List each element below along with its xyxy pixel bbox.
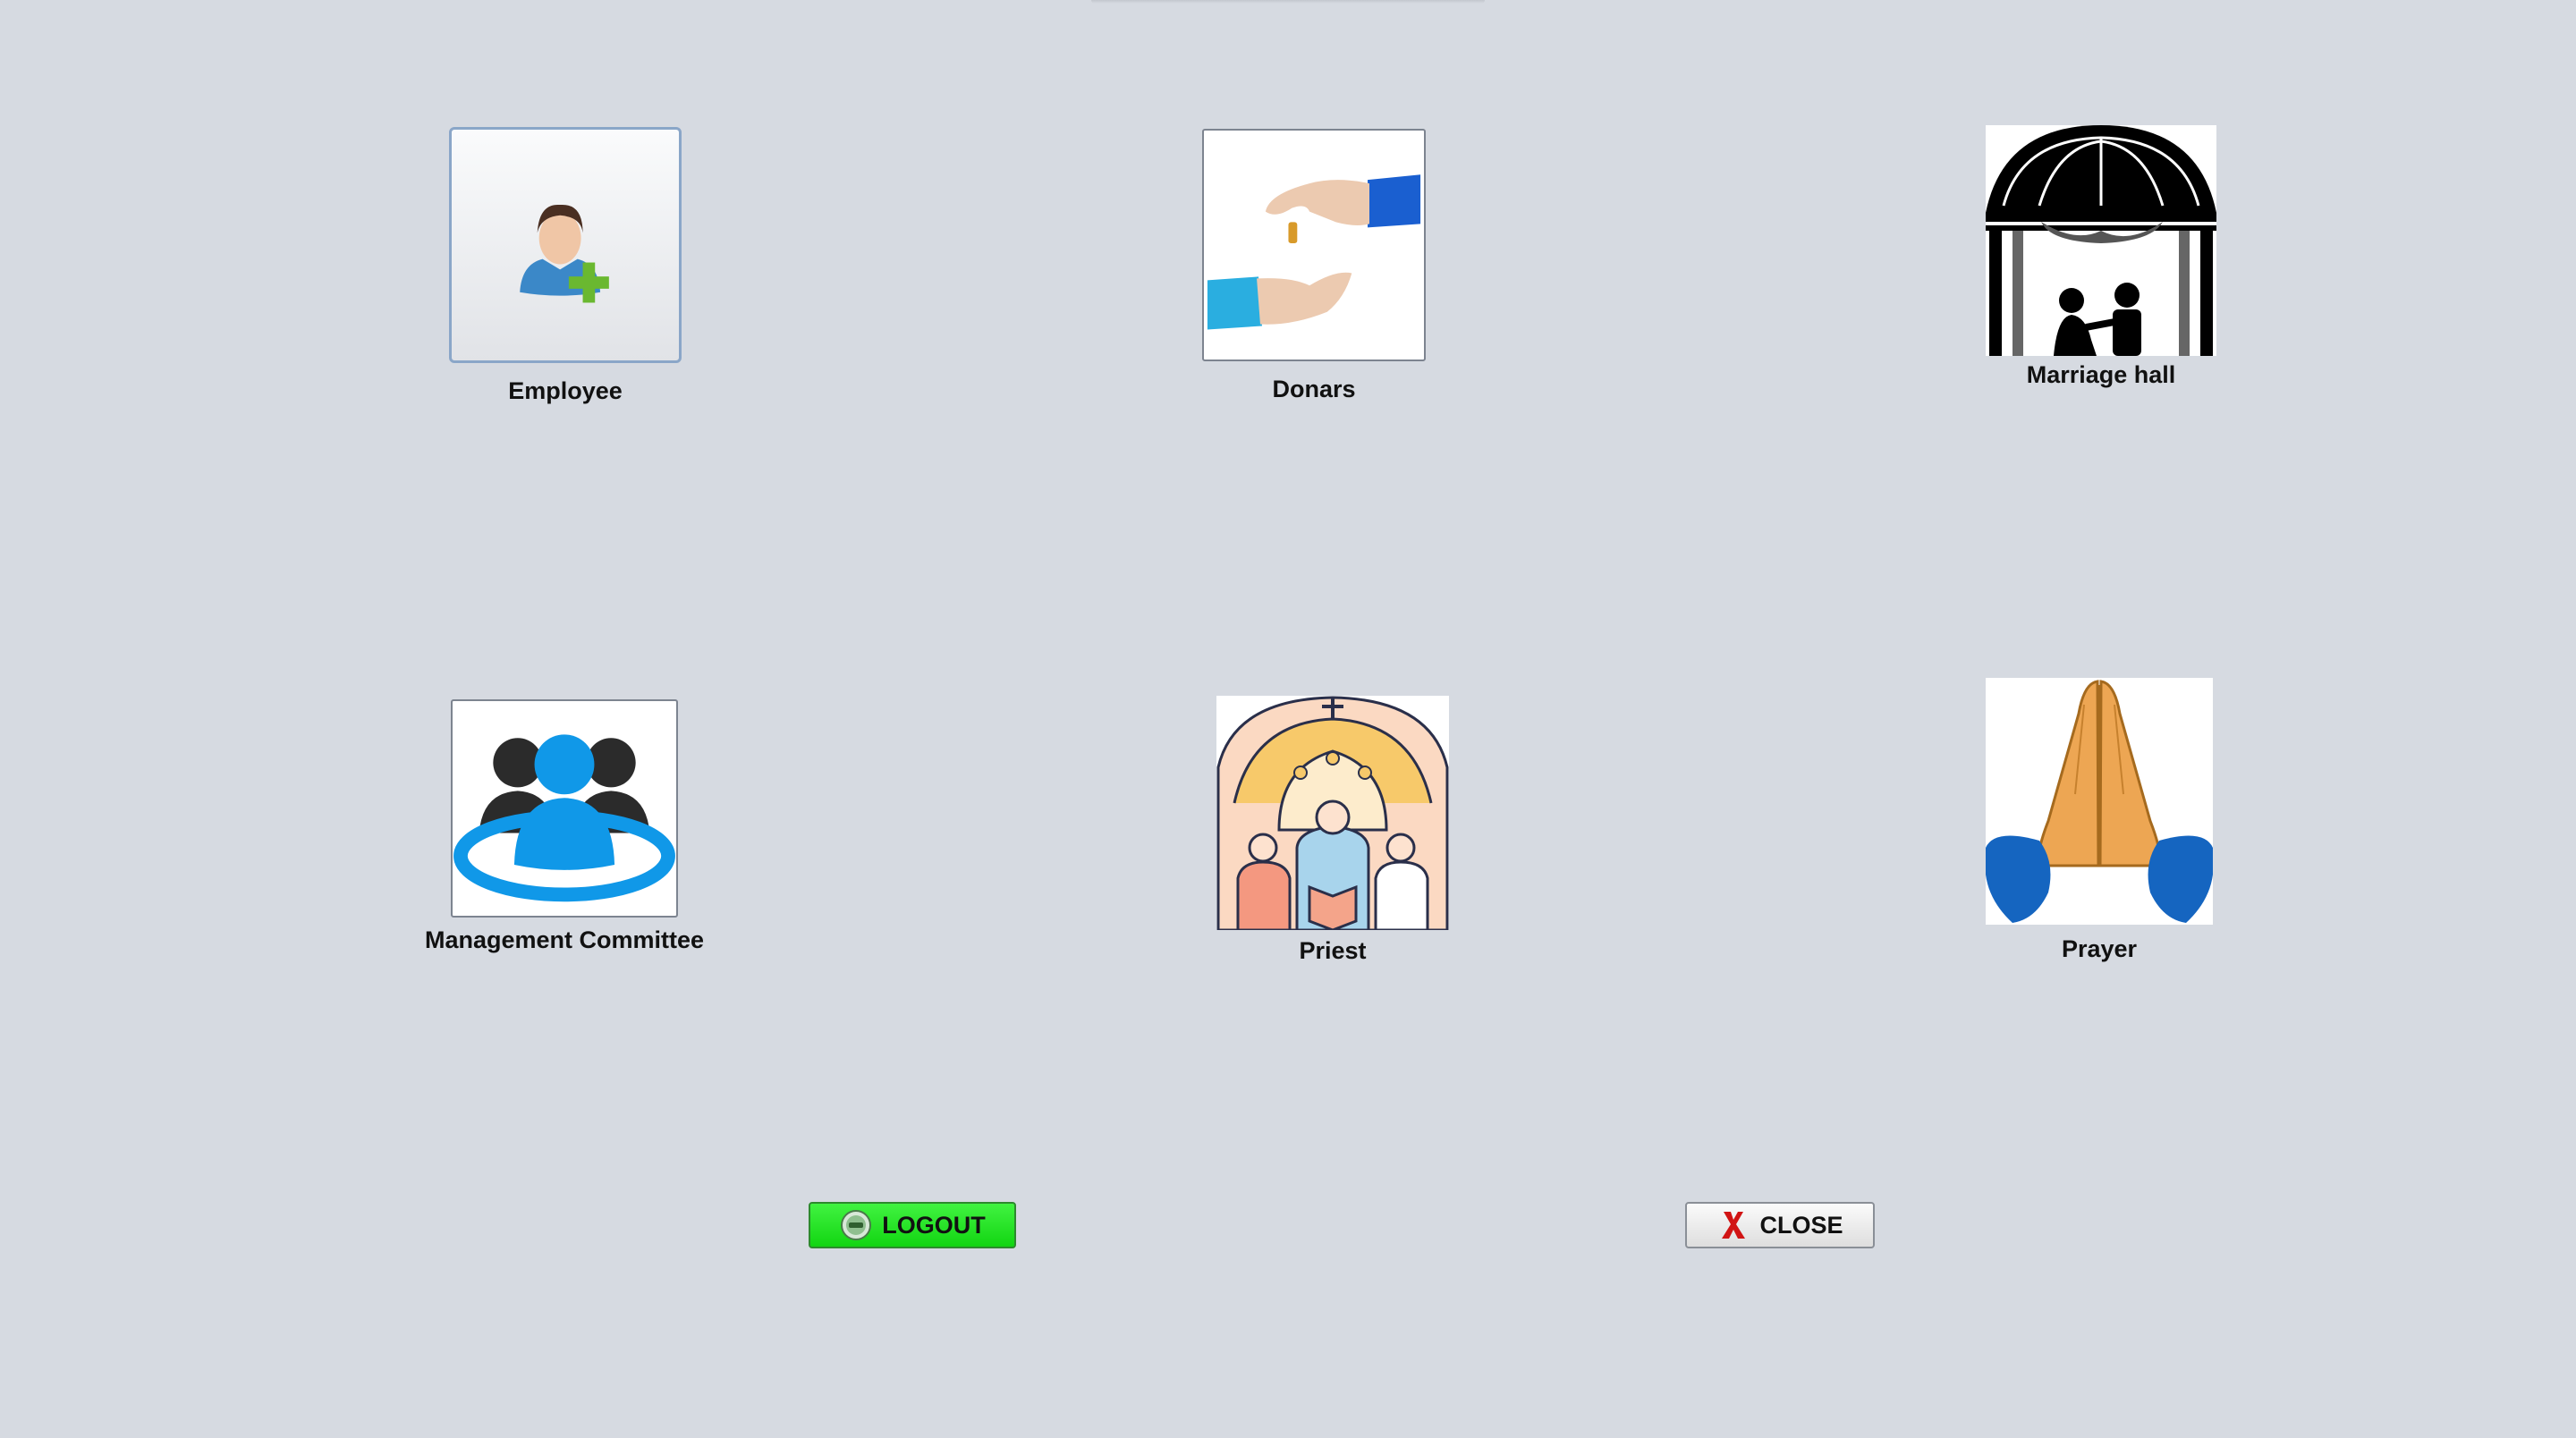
marriage-hall-label: Marriage hall: [2026, 361, 2176, 388]
marriage-hall-icon: [1986, 125, 2216, 356]
donars-icon-button[interactable]: [1202, 129, 1426, 361]
management-committee-tile[interactable]: Management Committee: [425, 699, 704, 960]
marriage-hall-tile[interactable]: Marriage hall: [1986, 125, 2216, 395]
priest-tile[interactable]: Priest: [1216, 696, 1449, 969]
priest-icon-button[interactable]: [1216, 696, 1449, 930]
donars-label: Donars: [1272, 376, 1356, 402]
management-committee-icon-button[interactable]: [451, 699, 678, 918]
employee-label: Employee: [508, 377, 623, 404]
donation-hands-icon: [1207, 174, 1421, 330]
logout-icon: [841, 1210, 872, 1240]
employee-icon-button[interactable]: [449, 127, 682, 363]
committee-group-icon: [453, 734, 675, 902]
management-committee-label: Management Committee: [424, 926, 705, 953]
close-label: CLOSE: [1759, 1211, 1843, 1239]
logout-button[interactable]: LOGOUT: [809, 1202, 1016, 1248]
employee-tile[interactable]: Employee: [449, 127, 682, 413]
prayer-tile[interactable]: Prayer: [1986, 678, 2213, 969]
window-top-tab: [1091, 0, 1485, 4]
prayer-label: Prayer: [2061, 935, 2138, 962]
marriage-hall-icon-button[interactable]: [1986, 125, 2216, 356]
close-icon: [1722, 1212, 1746, 1239]
logout-label: LOGOUT: [882, 1211, 986, 1239]
close-button[interactable]: CLOSE: [1685, 1202, 1875, 1248]
prayer-icon-button[interactable]: [1986, 678, 2213, 925]
priest-label: Priest: [1299, 937, 1367, 964]
add-user-icon: [520, 204, 609, 303]
priest-icon: [1216, 696, 1449, 930]
praying-hands-icon: [1986, 680, 2213, 923]
donars-tile[interactable]: Donars: [1202, 129, 1426, 413]
